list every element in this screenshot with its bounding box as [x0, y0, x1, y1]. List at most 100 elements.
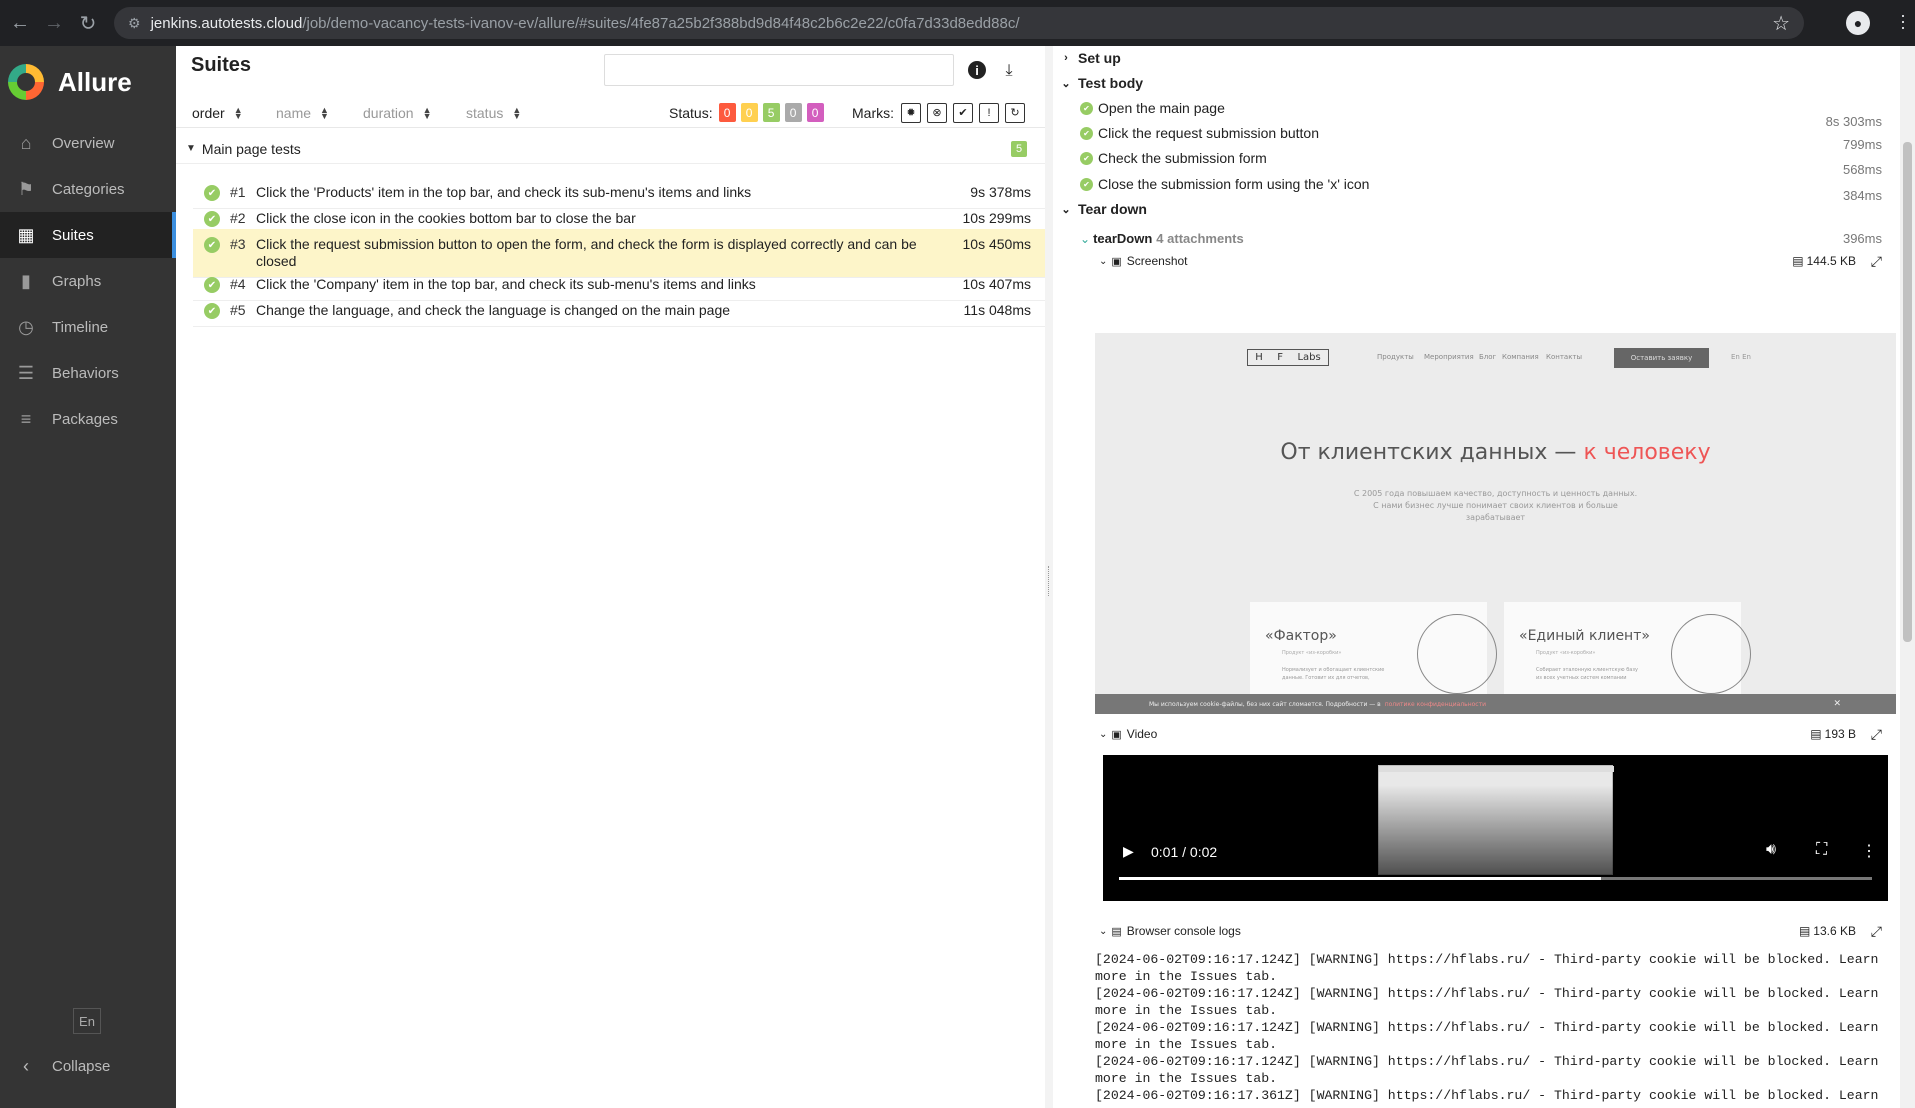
sidebar-item-packages[interactable]: ≡ Packages [0, 396, 176, 442]
sidebar-item-categories[interactable]: ⚑ Categories [0, 166, 176, 212]
collapse-button[interactable]: ‹ Collapse [14, 1048, 110, 1084]
passed-status-icon: ✔ [204, 277, 220, 293]
sidebar-item-graphs[interactable]: ▮ Graphs [0, 258, 176, 304]
sidebar-item-overview[interactable]: ⌂ Overview [0, 120, 176, 166]
file-size-icon: ▤ [1810, 727, 1822, 741]
shot-logo-part: F [1277, 352, 1283, 363]
step-name: Click the request submission button [1098, 125, 1319, 141]
sort-status[interactable]: status ▲ ▼ [466, 105, 521, 121]
language-button[interactable]: En [73, 1008, 101, 1034]
sort-order[interactable]: order ▲ ▼ [192, 105, 243, 121]
browser-menu-icon[interactable]: · · · [1900, 6, 1906, 36]
sidebar-item-behaviors[interactable]: ☰ Behaviors [0, 350, 176, 396]
teardown-step[interactable]: ⌄ tearDown 4 attachments 396ms [1080, 231, 1882, 246]
video-attachment-name: Video [1126, 727, 1158, 741]
logs-size: ▤ 13.6 KB [1799, 924, 1856, 938]
log-line: [2024-06-02T09:16:17.124Z] [WARNING] htt… [1095, 1020, 1879, 1035]
address-bar[interactable]: ⚙ jenkins.autotests.cloud/job/demo-vacan… [114, 7, 1804, 39]
bookmark-star-icon[interactable]: ☆ [1772, 11, 1790, 36]
pane-splitter[interactable] [1045, 46, 1053, 1108]
sidebar-item-timeline[interactable]: ◷ Timeline [0, 304, 176, 350]
shot-card-illustration [1671, 614, 1751, 694]
chevron-down-icon: ⌄ [1061, 203, 1071, 216]
site-info-icon[interactable]: ⚙ [128, 15, 141, 32]
flag-icon: ⚑ [17, 178, 35, 199]
screenshot-size: ▤ 144.5 KB [1792, 254, 1856, 268]
chevron-down-icon: ⌄ [1061, 77, 1071, 90]
shot-request-button: Оставить заявку [1614, 348, 1709, 368]
test-step[interactable]: ✔ Open the main page 8s 303ms [1080, 100, 1882, 129]
logs-size-label: 13.6 KB [1813, 924, 1856, 938]
screenshot-preview[interactable]: H F Labs Продукты Мероприятия Блог Компани… [1095, 333, 1896, 714]
sidebar-item-suites[interactable]: ▦ Suites [0, 212, 176, 258]
shot-cookie-link: политике конфиденциальности [1384, 700, 1486, 708]
fullscreen-icon[interactable]: ⛶ [1816, 841, 1827, 859]
expand-icon[interactable]: ⤢ [1871, 726, 1882, 743]
test-duration: 10s 299ms [962, 210, 1031, 226]
shot-hero-accent: к человеку [1583, 440, 1711, 465]
allure-logo[interactable]: Allure [0, 46, 176, 118]
video-file-icon: ▣ [1111, 728, 1122, 741]
test-name: Click the request submission button to o… [256, 236, 917, 269]
test-number: #3 [230, 236, 246, 252]
mark-new-broken-icon[interactable]: ! [979, 102, 999, 123]
back-icon[interactable]: ← [6, 9, 34, 37]
page-title: Suites [191, 54, 252, 76]
profile-icon[interactable]: ● [1846, 11, 1870, 35]
splitter-grip[interactable] [1048, 566, 1050, 596]
status-unknown-badge[interactable]: 0 [806, 103, 824, 122]
video-frame-header [1379, 766, 1614, 772]
table-row[interactable]: ✔ #5 Change the language, and check the la… [193, 295, 1045, 327]
sidebar-item-label: Behaviors [52, 364, 119, 382]
test-number: #1 [230, 184, 246, 200]
marks-filter: Marks: ✹ ⊗ ✔ ! ↻ [852, 102, 1025, 123]
status-passed-badge[interactable]: 5 [762, 103, 780, 122]
sort-name[interactable]: name ▲ ▼ [276, 105, 329, 121]
more-options-icon[interactable]: ⋮ [1861, 841, 1877, 861]
reload-icon[interactable]: ↻ [74, 9, 102, 37]
shot-card-desc: Нормализует и обогащает клиентские данные… [1282, 666, 1384, 682]
sidebar-item-label: Suites [52, 226, 94, 244]
play-icon[interactable]: ▶ [1123, 843, 1134, 860]
video-progress-bar[interactable] [1119, 877, 1872, 880]
step-duration: 568ms [1842, 162, 1882, 177]
video-attachment-header[interactable]: ⌄ ▣ Video ▤ 193 B ⤢ [1099, 726, 1882, 743]
screenshot-attachment-header[interactable]: ⌄ ▣ Screenshot ▤ 144.5 KB ⤢ [1099, 253, 1882, 270]
passed-status-icon: ✔ [204, 303, 220, 319]
mark-retries-icon[interactable]: ↻ [1005, 102, 1025, 123]
status-label: Status: [669, 104, 713, 121]
shot-cookie-text: Мы используем cookie-файлы, без них сайт… [1149, 700, 1381, 708]
info-icon[interactable]: i [968, 61, 986, 79]
setup-label: Set up [1078, 50, 1121, 66]
status-skipped-badge[interactable]: 0 [784, 103, 802, 122]
test-name: Change the language, and check the langu… [256, 302, 731, 318]
setup-section[interactable]: › Set up [1061, 50, 1121, 66]
test-step[interactable]: ✔ Click the request submission button 799m… [1080, 125, 1882, 152]
test-body-section[interactable]: ⌄ Test body [1061, 75, 1143, 91]
logs-attachment-header[interactable]: ⌄ ▤ Browser console logs ▤ 13.6 KB ⤢ [1099, 923, 1882, 940]
mark-new-passed-icon[interactable]: ✔ [953, 102, 973, 123]
mark-flaky-icon[interactable]: ✹ [901, 102, 921, 123]
search-input[interactable] [604, 54, 954, 86]
test-step[interactable]: ✔ Close the submission form using the 'x'… [1080, 176, 1882, 203]
expand-icon[interactable]: ⤢ [1871, 923, 1882, 940]
status-failed-badge[interactable]: 0 [718, 103, 736, 122]
shot-logo: H F Labs [1247, 349, 1329, 366]
detail-scrollbar[interactable] [1900, 46, 1915, 1108]
scrollbar-thumb[interactable] [1903, 142, 1912, 642]
teardown-section[interactable]: ⌄ Tear down [1061, 201, 1147, 217]
expand-icon[interactable]: ⤢ [1871, 253, 1882, 270]
volume-icon[interactable]: 🔊︎ [1766, 841, 1776, 859]
mark-new-failed-icon[interactable]: ⊗ [927, 102, 947, 123]
file-size-icon: ▤ [1792, 254, 1804, 268]
sort-status-label: status [466, 104, 504, 121]
suite-group[interactable]: ▼ Main page tests 5 [176, 134, 1045, 164]
status-broken-badge[interactable]: 0 [740, 103, 758, 122]
sort-duration[interactable]: duration ▲ ▼ [363, 105, 432, 121]
video-player[interactable]: ▶ 0:01 / 0:02 🔊︎ ⛶ ⋮ [1103, 755, 1888, 901]
shot-logo-part: Labs [1297, 352, 1321, 363]
download-icon[interactable]: ⤓ [998, 60, 1020, 82]
test-duration: 10s 407ms [962, 276, 1031, 292]
test-step[interactable]: ✔ Check the submission form 568ms [1080, 150, 1882, 177]
forward-icon[interactable]: → [40, 9, 68, 37]
